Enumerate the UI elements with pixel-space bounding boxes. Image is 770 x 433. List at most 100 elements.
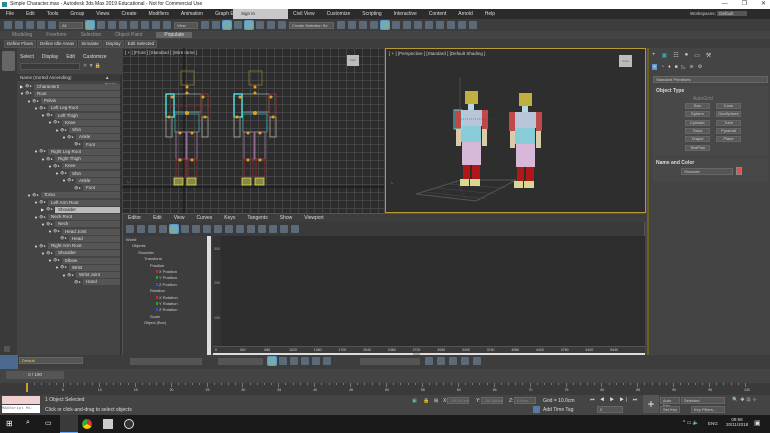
list-item[interactable]: ▼ 👁● Wrist xyxy=(55,264,120,271)
visibility-icon[interactable]: 👁● xyxy=(53,119,62,126)
zoom-field[interactable] xyxy=(130,358,202,365)
reference-coordinate-dropdown[interactable]: View xyxy=(174,21,198,29)
visibility-icon[interactable]: 👁● xyxy=(46,156,55,163)
render-setup-icon[interactable] xyxy=(425,21,433,29)
layer-dropdown[interactable]: Default xyxy=(19,357,83,364)
menu-create[interactable]: Create xyxy=(122,11,137,17)
keyboard-shortcut-override-icon[interactable] xyxy=(222,20,232,30)
systems-icon[interactable]: ⚙ xyxy=(698,64,702,70)
ribbon-tab-object-paint[interactable]: Object Paint xyxy=(115,32,142,38)
key-filter-dropdown[interactable] xyxy=(218,358,263,365)
tangent-fast-icon[interactable] xyxy=(236,225,244,233)
category-dropdown[interactable]: Standard Primitives xyxy=(653,76,768,83)
tree-node[interactable]: Y Rotation xyxy=(156,301,178,306)
menu-tools[interactable]: Tools xyxy=(47,11,59,17)
clock[interactable]: 09:58 20/11/2018 xyxy=(726,417,748,427)
visibility-icon[interactable]: 👁● xyxy=(60,127,69,134)
autogrid-checkbox[interactable]: AutoGrid xyxy=(693,96,713,102)
search-icon[interactable]: ⌕ xyxy=(26,419,30,427)
expand-icon[interactable] xyxy=(4,346,10,352)
helpers-icon[interactable]: ◺ xyxy=(682,64,686,70)
list-item[interactable]: ▼ 👁● Shin xyxy=(55,170,120,177)
menu-civil-view[interactable]: Civil View xyxy=(293,11,315,17)
time-slider[interactable]: 0 / 100 xyxy=(0,369,770,383)
tree-node[interactable]: Shoulder xyxy=(138,250,154,255)
visibility-icon[interactable]: 👁● xyxy=(53,257,62,264)
filters-icon[interactable] xyxy=(126,225,134,233)
maxscript-input[interactable]: MAXScript Mi: xyxy=(2,405,40,413)
tree-node[interactable]: Object (Box) xyxy=(144,320,166,325)
ribbon-tab-freeform[interactable]: Freeform xyxy=(46,32,66,38)
window-crossing-icon[interactable] xyxy=(119,21,127,29)
object-name-input[interactable]: Shoulder xyxy=(681,168,733,175)
ease-curve-icon[interactable] xyxy=(301,357,309,365)
primitive-teapot-button[interactable]: Teapot xyxy=(685,136,710,143)
language-indicator[interactable]: ENG xyxy=(708,421,718,426)
slide-keys-icon[interactable] xyxy=(181,225,189,233)
list-item[interactable]: ▼ 👁● Left Leg Root xyxy=(34,105,120,112)
align-icon[interactable] xyxy=(348,21,356,29)
list-item[interactable]: ▼ 👁● Right Arm Root xyxy=(34,243,120,250)
chrome-icon[interactable] xyxy=(82,419,92,429)
isolate-icon[interactable]: ▣ xyxy=(412,398,417,404)
menu-scripting[interactable]: Scripting xyxy=(362,11,381,17)
utilities-tab-icon[interactable]: ⚒ xyxy=(706,52,711,59)
list-item[interactable]: ▼ 👁● Shin xyxy=(55,127,120,134)
task-view-icon[interactable]: ▭ xyxy=(45,419,52,427)
list-item[interactable]: ▼ 👁● Wrist Joint xyxy=(62,272,120,279)
menu-edit[interactable]: Edit xyxy=(26,11,35,17)
menu-views[interactable]: Views xyxy=(96,11,109,17)
menu-customize[interactable]: Customize xyxy=(327,11,351,17)
track-bar[interactable]: 0510152025303540455055606570758085909510… xyxy=(0,383,770,395)
visibility-icon[interactable]: 👁● xyxy=(39,243,48,250)
scene-explorer-toggle-icon[interactable] xyxy=(359,21,367,29)
select-by-name-icon[interactable] xyxy=(97,21,105,29)
link-icon[interactable] xyxy=(26,21,34,29)
rollout-title[interactable]: Object Type xyxy=(656,88,684,94)
primitive-tube-button[interactable]: Tube xyxy=(716,119,741,126)
list-item[interactable]: ▼ 👁● Ankle xyxy=(62,177,120,184)
maximize-button[interactable]: ❐ xyxy=(742,0,747,9)
named-selection-dropdown[interactable]: Create Selection Se xyxy=(289,21,334,29)
tangent-auto-icon[interactable] xyxy=(214,225,222,233)
spinner-snap-icon[interactable] xyxy=(267,21,275,29)
list-item[interactable]: 👁● Foot xyxy=(69,185,120,192)
tangent-smooth-icon[interactable] xyxy=(280,225,288,233)
angle-snap-icon[interactable] xyxy=(244,20,254,30)
track-view-menu-viewport[interactable]: Viewport xyxy=(304,214,323,222)
viewcube[interactable]: front xyxy=(619,55,632,67)
zoom-icon[interactable] xyxy=(473,357,481,365)
shapes-icon[interactable]: ◔ xyxy=(661,64,664,70)
ribbon-button[interactable]: Define Idle Areas xyxy=(37,39,78,48)
visibility-icon[interactable]: 👁● xyxy=(46,112,55,119)
visibility-icon[interactable]: 👁● xyxy=(39,199,48,206)
visibility-icon[interactable]: 👁● xyxy=(67,272,76,279)
notifications-icon[interactable]: ▣ xyxy=(754,419,761,427)
tree-node[interactable]: World xyxy=(126,237,136,242)
visibility-icon[interactable]: 👁● xyxy=(74,141,83,148)
menu-file[interactable]: File xyxy=(6,11,14,17)
lock-selection-icon[interactable] xyxy=(137,225,145,233)
explorer-menu-display[interactable]: Display xyxy=(42,54,58,60)
multiplier-curve-icon[interactable] xyxy=(312,357,320,365)
list-item[interactable]: ▼ 👁● Torso xyxy=(27,192,120,199)
primitive-cone-button[interactable]: Cone xyxy=(716,103,741,109)
rectangle-selection-icon[interactable] xyxy=(108,21,116,29)
ribbon-toggle-icon[interactable] xyxy=(380,20,390,30)
visibility-icon[interactable]: 👁● xyxy=(53,163,62,170)
tree-node[interactable]: Rotation xyxy=(150,288,165,293)
primitive-pyramid-button[interactable]: Pyramid xyxy=(716,127,741,134)
absolute-mode-icon[interactable]: ⊞ xyxy=(434,398,438,404)
filter-icons[interactable]: ✕ ▼ 🔒 xyxy=(83,63,101,69)
hierarchy-tab-icon[interactable]: ☷ xyxy=(673,52,678,59)
menu-content[interactable]: Content xyxy=(429,11,447,17)
y-coordinate[interactable]: -38.156cm xyxy=(481,397,503,404)
ribbon-tab-modeling[interactable]: Modeling xyxy=(12,32,32,38)
list-item[interactable]: ▼ 👁● Right Leg Root xyxy=(34,148,120,155)
list-item[interactable]: ▼ 👁● Ankle xyxy=(62,134,120,141)
render-cloud-icon[interactable] xyxy=(458,21,466,29)
layer-icon[interactable] xyxy=(0,355,18,369)
geometry-icon[interactable]: ● xyxy=(652,64,658,70)
menu-arnold[interactable]: Arnold xyxy=(458,11,472,17)
visibility-icon[interactable]: 👁● xyxy=(46,250,55,257)
